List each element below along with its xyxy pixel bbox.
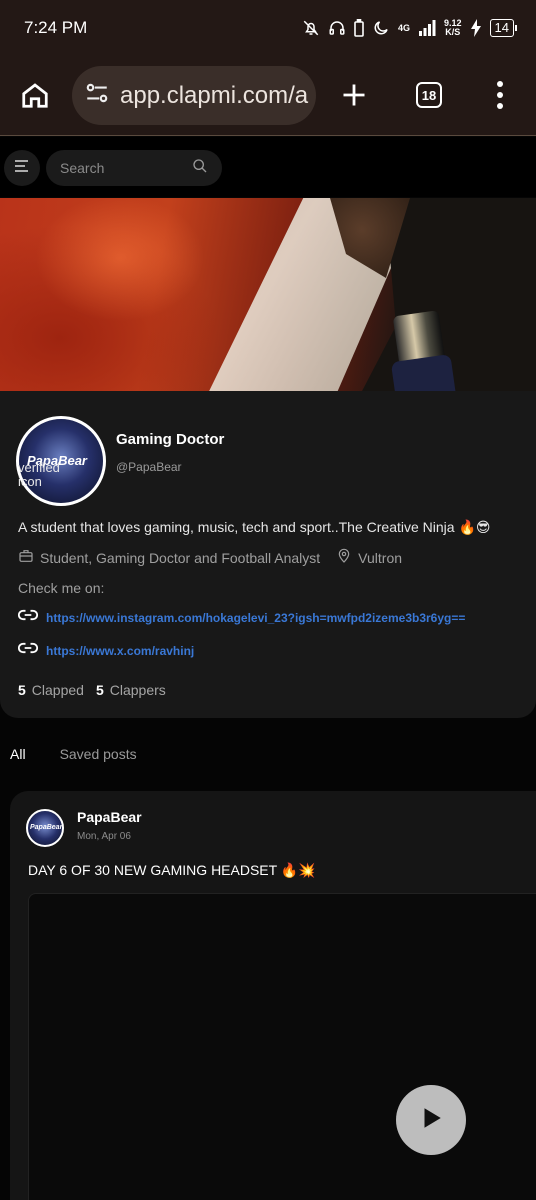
headphones-icon bbox=[328, 19, 346, 37]
status-icons: 4G 9.12 K/S 14 bbox=[302, 18, 518, 37]
profile-card: PapaBear verified icon Gaming Doctor @Pa… bbox=[0, 198, 536, 718]
site-settings-icon[interactable] bbox=[84, 80, 110, 111]
signal-icon bbox=[418, 20, 436, 36]
search-box[interactable] bbox=[46, 150, 222, 186]
play-button[interactable] bbox=[396, 1085, 466, 1155]
do-not-disturb-moon-icon bbox=[372, 19, 390, 37]
post-author-avatar[interactable]: PapaBear bbox=[26, 809, 64, 847]
post-avatar-logo-text: PapaBear bbox=[30, 824, 63, 831]
post-video[interactable] bbox=[28, 893, 536, 1200]
link-icon bbox=[17, 608, 39, 627]
search-icon[interactable] bbox=[192, 158, 208, 179]
profile-meta: Student, Gaming Doctor and Football Anal… bbox=[18, 548, 402, 567]
tab-switcher-button[interactable]: 18 bbox=[416, 82, 442, 108]
clappers-count[interactable]: 5 bbox=[96, 682, 104, 698]
more-options-icon[interactable] bbox=[494, 80, 506, 115]
status-bar: 7:24 PM 4G 9.12 K/S 14 bbox=[0, 0, 536, 56]
tab-saved-posts[interactable]: Saved posts bbox=[60, 746, 137, 762]
cover-image bbox=[0, 198, 536, 391]
x-link[interactable]: https://www.x.com/ravhinj bbox=[46, 644, 194, 658]
battery-saver-icon bbox=[354, 19, 364, 37]
mute-notifications-icon bbox=[302, 19, 320, 37]
profile-link-row[interactable]: https://www.instagram.com/hokagelevi_23?… bbox=[17, 608, 465, 627]
post-card: PapaBear PapaBear Mon, Apr 06 DAY 6 OF 3… bbox=[10, 791, 536, 1200]
network-type: 4G bbox=[397, 22, 410, 33]
post-text: DAY 6 OF 30 NEW GAMING HEADSET 🔥💥 bbox=[28, 862, 316, 878]
clapped-label[interactable]: Clapped bbox=[32, 682, 84, 698]
play-icon bbox=[418, 1105, 444, 1136]
profile-display-name: Gaming Doctor bbox=[116, 431, 225, 448]
menu-button[interactable] bbox=[4, 150, 40, 186]
location-pin-icon bbox=[336, 548, 352, 567]
profile-location: Vultron bbox=[358, 549, 403, 566]
charging-icon bbox=[470, 19, 482, 37]
app-header bbox=[0, 137, 536, 197]
post-author-name[interactable]: PapaBear bbox=[77, 809, 142, 825]
status-time: 7:24 PM bbox=[24, 18, 88, 37]
tab-all[interactable]: All bbox=[10, 746, 26, 762]
profile-tabs: All Saved posts bbox=[10, 746, 137, 762]
home-icon[interactable] bbox=[20, 80, 50, 115]
profile-location-group: Vultron bbox=[336, 548, 402, 567]
url-text[interactable]: app.clapmi.com/a bbox=[120, 82, 308, 110]
briefcase-icon bbox=[18, 548, 34, 567]
network-speed: 9.12 K/S bbox=[444, 18, 462, 37]
post-date: Mon, Apr 06 bbox=[77, 831, 131, 842]
instagram-link[interactable]: https://www.instagram.com/hokagelevi_23?… bbox=[46, 611, 465, 625]
profile-occupation: Student, Gaming Doctor and Football Anal… bbox=[40, 549, 321, 566]
verified-icon-alt: verified icon bbox=[18, 460, 60, 489]
profile-stats: 5 Clapped 5 Clappers bbox=[18, 682, 166, 698]
check-me-on-label: Check me on: bbox=[18, 580, 105, 596]
profile-bio: A student that loves gaming, music, tech… bbox=[18, 519, 491, 535]
url-bar[interactable]: app.clapmi.com/a bbox=[72, 66, 316, 125]
browser-toolbar: app.clapmi.com/a 18 bbox=[0, 56, 536, 136]
search-input[interactable] bbox=[60, 160, 180, 176]
link-icon bbox=[17, 641, 39, 660]
clapped-count[interactable]: 5 bbox=[18, 682, 26, 698]
battery-level: 14 bbox=[489, 19, 518, 37]
profile-handle: @PapaBear bbox=[116, 460, 182, 474]
new-tab-icon[interactable] bbox=[340, 81, 368, 114]
profile-link-row[interactable]: https://www.x.com/ravhinj bbox=[17, 641, 194, 660]
clappers-label[interactable]: Clappers bbox=[110, 682, 166, 698]
hamburger-icon bbox=[14, 159, 30, 177]
